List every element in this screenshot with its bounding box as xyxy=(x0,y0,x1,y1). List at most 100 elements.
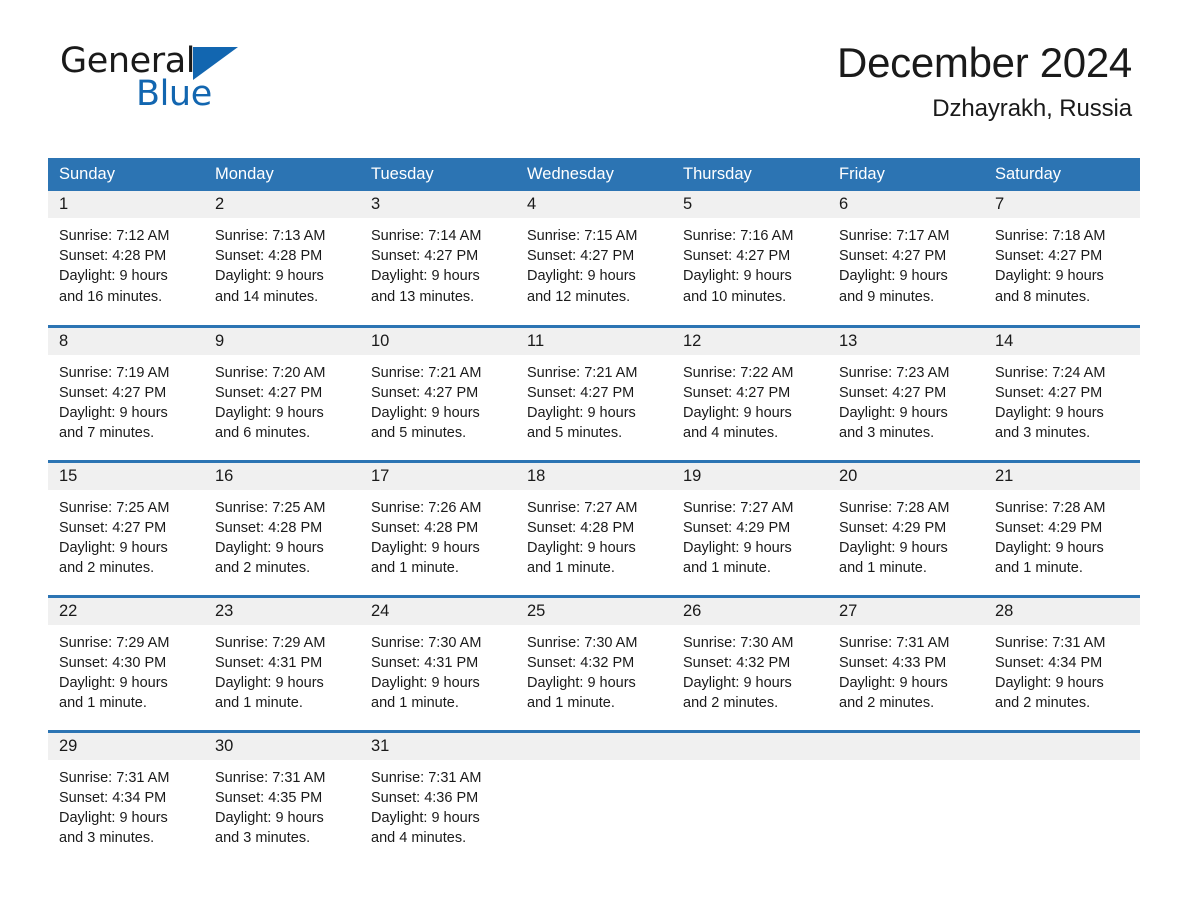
calendar-week-row: 22 Sunrise: 7:29 AM Sunset: 4:30 PM Dayl… xyxy=(48,594,1140,731)
calendar-day-cell[interactable]: 21 Sunrise: 7:28 AM Sunset: 4:29 PM Dayl… xyxy=(984,459,1140,596)
calendar-day-cell[interactable]: 5 Sunrise: 7:16 AM Sunset: 4:27 PM Dayli… xyxy=(672,191,828,326)
sunset-text: Sunset: 4:30 PM xyxy=(59,654,167,671)
daylight-text-line2: and 1 minute. xyxy=(371,560,459,577)
day-details: Sunrise: 7:21 AM Sunset: 4:27 PM Dayligh… xyxy=(360,355,516,444)
calendar-day-cell[interactable]: 3 Sunrise: 7:14 AM Sunset: 4:27 PM Dayli… xyxy=(360,191,516,326)
daylight-text-line1: Daylight: 9 hours xyxy=(215,674,324,691)
calendar-day-cell[interactable]: 30 Sunrise: 7:31 AM Sunset: 4:35 PM Dayl… xyxy=(204,729,360,861)
sunset-text: Sunset: 4:27 PM xyxy=(683,248,791,265)
daylight-text-line1: Daylight: 9 hours xyxy=(59,809,168,826)
sunset-text: Sunset: 4:29 PM xyxy=(995,519,1103,536)
calendar-page: General Blue December 2024 Dzhayrakh, Ru… xyxy=(0,0,1188,918)
daylight-text-line1: Daylight: 9 hours xyxy=(371,268,480,285)
sunrise-text: Sunrise: 7:31 AM xyxy=(995,634,1106,651)
day-details: Sunrise: 7:23 AM Sunset: 4:27 PM Dayligh… xyxy=(828,355,984,444)
calendar-body: 1 Sunrise: 7:12 AM Sunset: 4:28 PM Dayli… xyxy=(48,191,1140,861)
calendar-day-cell[interactable]: 8 Sunrise: 7:19 AM Sunset: 4:27 PM Dayli… xyxy=(48,324,204,461)
sunrise-text: Sunrise: 7:25 AM xyxy=(59,499,170,516)
calendar-day-cell[interactable]: 20 Sunrise: 7:28 AM Sunset: 4:29 PM Dayl… xyxy=(828,459,984,596)
calendar-day-cell[interactable]: 18 Sunrise: 7:27 AM Sunset: 4:28 PM Dayl… xyxy=(516,459,672,596)
calendar-day-cell[interactable]: 31 Sunrise: 7:31 AM Sunset: 4:36 PM Dayl… xyxy=(360,729,516,861)
calendar-day-cell[interactable]: 10 Sunrise: 7:21 AM Sunset: 4:27 PM Dayl… xyxy=(360,324,516,461)
calendar-day-cell[interactable]: 22 Sunrise: 7:29 AM Sunset: 4:30 PM Dayl… xyxy=(48,594,204,731)
sunset-text: Sunset: 4:27 PM xyxy=(59,384,167,401)
daylight-text-line1: Daylight: 9 hours xyxy=(215,539,324,556)
calendar-day-cell[interactable]: 13 Sunrise: 7:23 AM Sunset: 4:27 PM Dayl… xyxy=(828,324,984,461)
calendar-day-cell[interactable]: 16 Sunrise: 7:25 AM Sunset: 4:28 PM Dayl… xyxy=(204,459,360,596)
weekday-header-thursday: Thursday xyxy=(672,158,828,191)
sunrise-text: Sunrise: 7:31 AM xyxy=(215,769,326,786)
day-details: Sunrise: 7:31 AM Sunset: 4:33 PM Dayligh… xyxy=(828,625,984,714)
page-title: December 2024 xyxy=(837,39,1132,86)
calendar-day-cell[interactable]: 24 Sunrise: 7:30 AM Sunset: 4:31 PM Dayl… xyxy=(360,594,516,731)
calendar-day-cell[interactable]: 9 Sunrise: 7:20 AM Sunset: 4:27 PM Dayli… xyxy=(204,324,360,461)
day-details: Sunrise: 7:13 AM Sunset: 4:28 PM Dayligh… xyxy=(204,218,360,307)
day-number: 21 xyxy=(984,462,1140,490)
calendar-day-cell[interactable]: 26 Sunrise: 7:30 AM Sunset: 4:32 PM Dayl… xyxy=(672,594,828,731)
weekday-header-row: Sunday Monday Tuesday Wednesday Thursday… xyxy=(48,158,1140,191)
sunset-text: Sunset: 4:27 PM xyxy=(527,384,635,401)
day-number: 7 xyxy=(984,191,1140,218)
calendar-day-cell[interactable]: 14 Sunrise: 7:24 AM Sunset: 4:27 PM Dayl… xyxy=(984,324,1140,461)
day-details: Sunrise: 7:19 AM Sunset: 4:27 PM Dayligh… xyxy=(48,355,204,444)
calendar-day-cell[interactable]: 23 Sunrise: 7:29 AM Sunset: 4:31 PM Dayl… xyxy=(204,594,360,731)
day-number: 20 xyxy=(828,462,984,490)
daylight-text-line1: Daylight: 9 hours xyxy=(527,404,636,421)
general-blue-logo[interactable]: General Blue xyxy=(60,44,380,124)
day-details: Sunrise: 7:29 AM Sunset: 4:30 PM Dayligh… xyxy=(48,625,204,714)
daylight-text-line2: and 1 minute. xyxy=(527,695,615,712)
daylight-text-line2: and 3 minutes. xyxy=(59,830,155,847)
daylight-text-line2: and 1 minute. xyxy=(839,560,927,577)
daylight-text-line1: Daylight: 9 hours xyxy=(59,268,168,285)
weekday-header-saturday: Saturday xyxy=(984,158,1140,191)
sunrise-text: Sunrise: 7:21 AM xyxy=(371,364,482,381)
sunrise-text: Sunrise: 7:30 AM xyxy=(371,634,482,651)
sunset-text: Sunset: 4:27 PM xyxy=(995,248,1103,265)
calendar-day-cell[interactable]: 7 Sunrise: 7:18 AM Sunset: 4:27 PM Dayli… xyxy=(984,191,1140,326)
calendar-day-cell[interactable]: 25 Sunrise: 7:30 AM Sunset: 4:32 PM Dayl… xyxy=(516,594,672,731)
daylight-text-line1: Daylight: 9 hours xyxy=(215,268,324,285)
calendar-day-cell[interactable]: 15 Sunrise: 7:25 AM Sunset: 4:27 PM Dayl… xyxy=(48,459,204,596)
weekday-header-monday: Monday xyxy=(204,158,360,191)
day-details: Sunrise: 7:27 AM Sunset: 4:28 PM Dayligh… xyxy=(516,490,672,579)
calendar-day-cell[interactable]: 17 Sunrise: 7:26 AM Sunset: 4:28 PM Dayl… xyxy=(360,459,516,596)
calendar-day-cell[interactable]: 2 Sunrise: 7:13 AM Sunset: 4:28 PM Dayli… xyxy=(204,191,360,326)
daylight-text-line1: Daylight: 9 hours xyxy=(59,674,168,691)
sunset-text: Sunset: 4:36 PM xyxy=(371,789,479,806)
weekday-header-sunday: Sunday xyxy=(48,158,204,191)
calendar-week-row: 8 Sunrise: 7:19 AM Sunset: 4:27 PM Dayli… xyxy=(48,324,1140,461)
calendar-day-cell[interactable]: 28 Sunrise: 7:31 AM Sunset: 4:34 PM Dayl… xyxy=(984,594,1140,731)
day-number: 12 xyxy=(672,327,828,355)
day-details: Sunrise: 7:31 AM Sunset: 4:35 PM Dayligh… xyxy=(204,760,360,849)
calendar-day-cell[interactable]: 12 Sunrise: 7:22 AM Sunset: 4:27 PM Dayl… xyxy=(672,324,828,461)
daylight-text-line1: Daylight: 9 hours xyxy=(59,539,168,556)
daylight-text-line1: Daylight: 9 hours xyxy=(371,674,480,691)
calendar-week-row: 15 Sunrise: 7:25 AM Sunset: 4:27 PM Dayl… xyxy=(48,459,1140,596)
day-details: Sunrise: 7:16 AM Sunset: 4:27 PM Dayligh… xyxy=(672,218,828,307)
sunset-text: Sunset: 4:28 PM xyxy=(371,519,479,536)
calendar-day-cell[interactable]: 1 Sunrise: 7:12 AM Sunset: 4:28 PM Dayli… xyxy=(48,191,204,326)
calendar-day-cell[interactable]: 27 Sunrise: 7:31 AM Sunset: 4:33 PM Dayl… xyxy=(828,594,984,731)
calendar-day-cell[interactable]: 29 Sunrise: 7:31 AM Sunset: 4:34 PM Dayl… xyxy=(48,729,204,861)
daylight-text-line1: Daylight: 9 hours xyxy=(527,539,636,556)
calendar-day-cell[interactable]: 19 Sunrise: 7:27 AM Sunset: 4:29 PM Dayl… xyxy=(672,459,828,596)
calendar-day-cell[interactable]: 11 Sunrise: 7:21 AM Sunset: 4:27 PM Dayl… xyxy=(516,324,672,461)
sunrise-text: Sunrise: 7:13 AM xyxy=(215,228,326,244)
day-details: Sunrise: 7:30 AM Sunset: 4:32 PM Dayligh… xyxy=(516,625,672,714)
calendar-table: Sunday Monday Tuesday Wednesday Thursday… xyxy=(48,158,1140,861)
day-number: 17 xyxy=(360,462,516,490)
calendar-header: Sunday Monday Tuesday Wednesday Thursday… xyxy=(48,158,1140,191)
sunset-text: Sunset: 4:27 PM xyxy=(371,248,479,265)
sunrise-text: Sunrise: 7:31 AM xyxy=(59,769,170,786)
day-number: 28 xyxy=(984,597,1140,625)
page-header: General Blue December 2024 Dzhayrakh, Ru… xyxy=(48,0,1140,122)
sunset-text: Sunset: 4:28 PM xyxy=(215,519,323,536)
sunset-text: Sunset: 4:27 PM xyxy=(371,384,479,401)
calendar-day-cell[interactable]: 4 Sunrise: 7:15 AM Sunset: 4:27 PM Dayli… xyxy=(516,191,672,326)
daylight-text-line2: and 3 minutes. xyxy=(995,425,1091,442)
title-block: December 2024 Dzhayrakh, Russia xyxy=(837,38,1132,124)
daylight-text-line2: and 16 minutes. xyxy=(59,288,163,305)
day-number: 10 xyxy=(360,327,516,355)
calendar-day-cell[interactable]: 6 Sunrise: 7:17 AM Sunset: 4:27 PM Dayli… xyxy=(828,191,984,326)
day-number: 26 xyxy=(672,597,828,625)
